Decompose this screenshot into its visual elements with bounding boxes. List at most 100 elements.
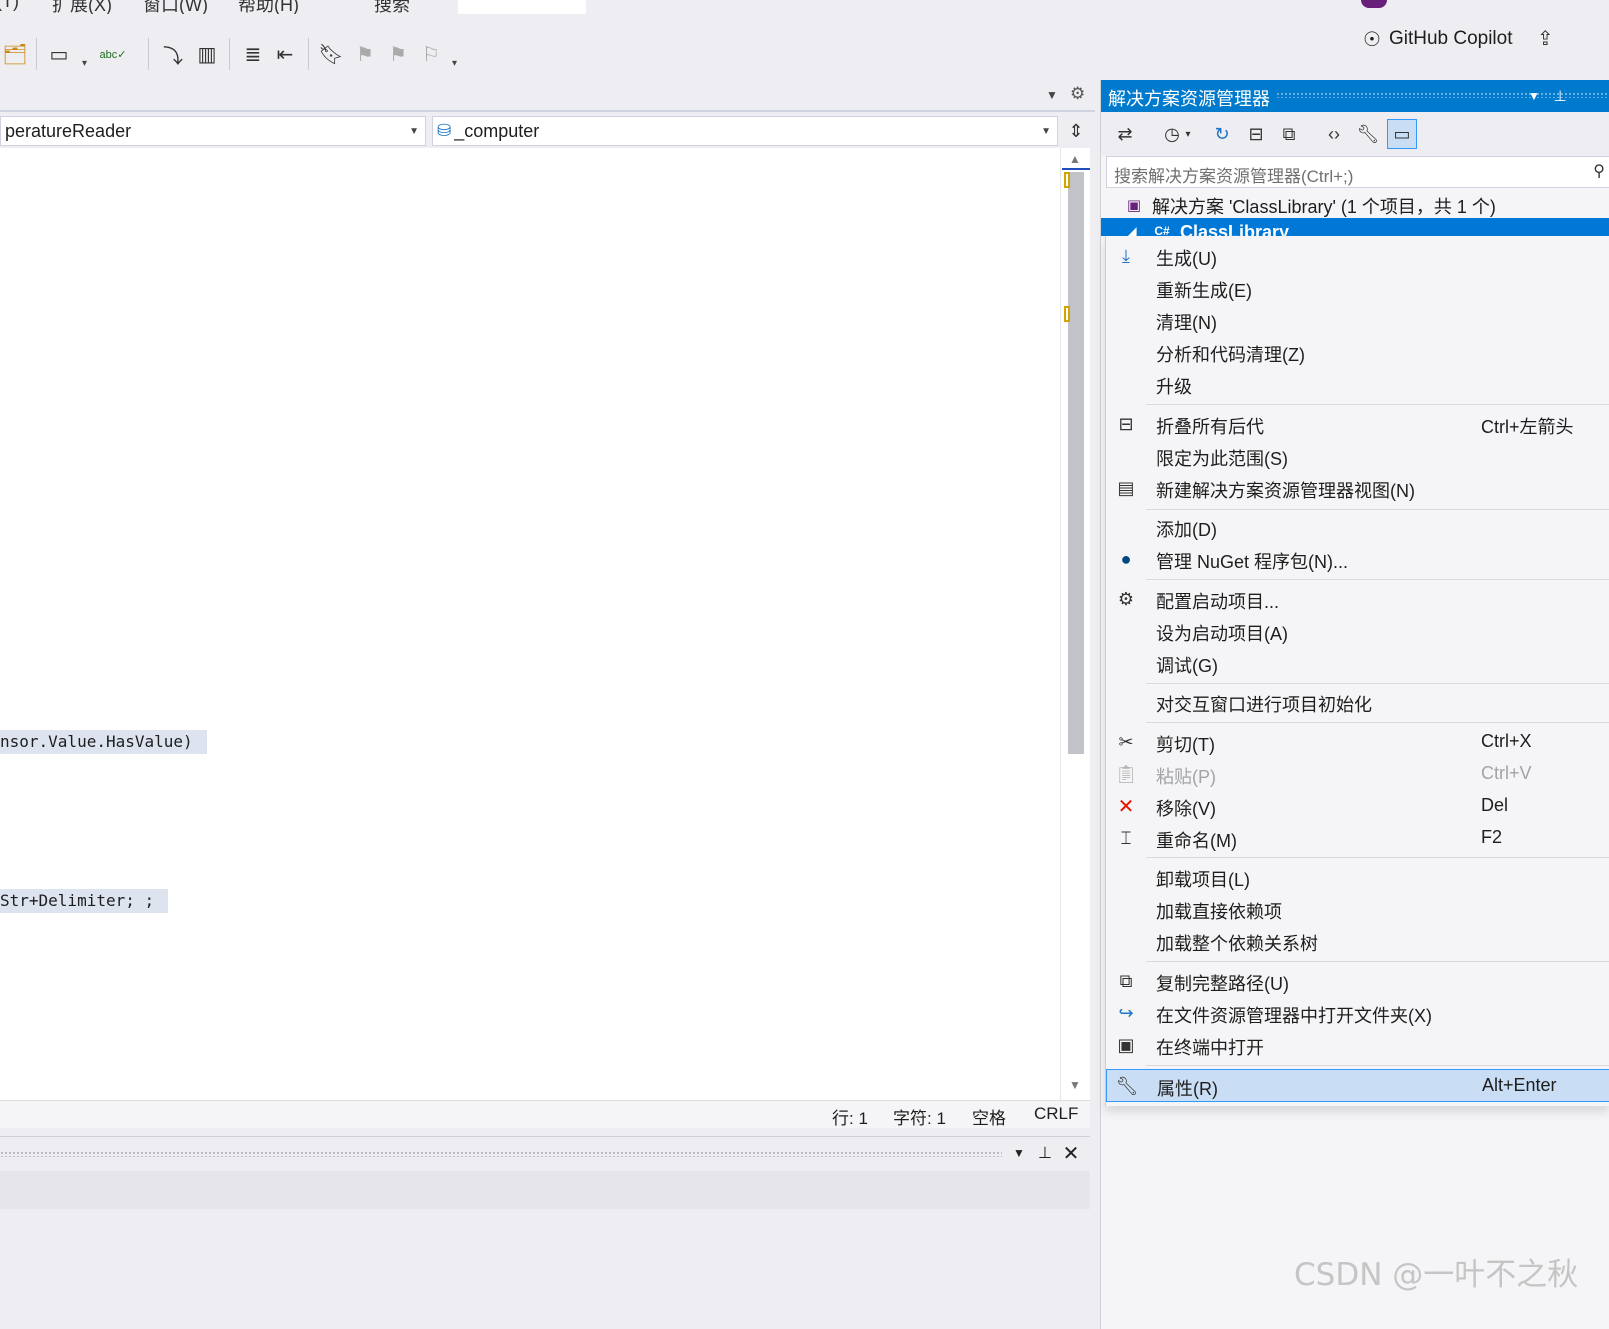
chevron-down-icon[interactable]: ▼ xyxy=(1008,1142,1030,1164)
build-icon: ⤓ xyxy=(1122,245,1130,266)
menu-item-nuget[interactable]: ● 管理 NuGet 程序包(N)... xyxy=(1106,543,1609,575)
bookmark-icon[interactable]: 🔖︎ xyxy=(318,40,344,68)
chevron-down-icon: ▼ xyxy=(409,126,419,137)
menu-item-scope[interactable]: 限定为此范围(S) xyxy=(1106,440,1609,472)
menu-separator xyxy=(1146,722,1609,723)
spellcheck-icon[interactable]: abc✓ xyxy=(100,40,127,68)
new-view-icon: ▤ xyxy=(1117,477,1135,498)
member-combo[interactable]: ⛁ _computer ▼ xyxy=(432,116,1058,146)
outdent-icon[interactable]: ⇤ xyxy=(272,40,298,68)
menu-separator xyxy=(1146,961,1609,962)
collapse-icon: ⊟ xyxy=(1118,413,1134,434)
menu-search[interactable]: 搜索 xyxy=(374,0,410,14)
chevron-down-icon[interactable]: ▼ xyxy=(1523,85,1545,107)
pin-icon[interactable]: ⊥ xyxy=(1034,1142,1056,1164)
next-bookmark-icon[interactable]: ⚑ xyxy=(385,40,411,68)
solution-explorer-title: 解决方案资源管理器 xyxy=(1108,89,1270,109)
menu-item-window[interactable]: 窗口(W) xyxy=(143,0,208,14)
menu-item-debug[interactable]: 调试(G) xyxy=(1106,647,1609,679)
type-combo[interactable]: peratureReader ▼ xyxy=(0,116,426,146)
code-editor[interactable]: nsor.Value.HasValue) Str+Delimiter; ; xyxy=(0,148,1060,1100)
menu-item-paste: 📋︎ 粘贴(P) Ctrl+V xyxy=(1114,763,1532,787)
caret-position-marker xyxy=(1062,168,1090,170)
menu-item-cut[interactable]: ✂ 剪切(T) Ctrl+X xyxy=(1106,726,1609,758)
collapse-all-icon[interactable]: ⊟ xyxy=(1241,119,1271,149)
editor-header: ▼ ⚙ xyxy=(0,80,1095,110)
menu-item-configure-startup[interactable]: ⚙ 配置启动项目... xyxy=(1106,583,1609,615)
show-all-files-icon[interactable]: ⧉ xyxy=(1274,119,1304,149)
expand-arrow-icon[interactable]: ◢ xyxy=(1121,220,1143,236)
menu-item-open-folder[interactable]: ↪ 在文件资源管理器中打开文件夹(X) xyxy=(1106,997,1609,1029)
wrench-icon: 🔧︎ xyxy=(1115,1075,1139,1096)
chevron-down-icon[interactable]: ▾ xyxy=(1181,119,1195,149)
avatar[interactable] xyxy=(1361,0,1387,8)
menu-item-load-dep-tree[interactable]: 加载整个依赖关系树 xyxy=(1106,925,1609,957)
terminal-icon: ▣ xyxy=(1117,1034,1135,1055)
tree-item-solution[interactable]: ▣ 解决方案 'ClassLibrary' (1 个项目，共 1 个) xyxy=(1101,192,1609,218)
menu-item-rebuild[interactable]: 重新生成(E) xyxy=(1106,272,1609,304)
remove-icon: ✕ xyxy=(1117,795,1135,818)
chevron-down-icon[interactable]: ▼ xyxy=(1046,88,1058,102)
status-column[interactable]: 字符: 1 xyxy=(893,1104,946,1129)
code-line: Str+Delimiter; ; xyxy=(0,889,169,913)
preview-selected-icon[interactable]: ▭ xyxy=(1387,119,1417,149)
menu-item-open-terminal[interactable]: ▣ 在终端中打开 xyxy=(1106,1029,1609,1061)
menu-item-tools[interactable]: (T) xyxy=(0,0,19,12)
menu-item-rename[interactable]: ⌶ 重命名(M) F2 xyxy=(1106,822,1609,854)
clear-bookmarks-icon[interactable]: ⚐ xyxy=(418,40,444,68)
menu-item-unload[interactable]: 卸载项目(L) xyxy=(1106,861,1609,893)
menu-item-collapse-descendants[interactable]: ⊟ 折叠所有后代 Ctrl+左箭头 xyxy=(1106,408,1609,440)
find-in-files-icon[interactable]: 🗂 xyxy=(2,40,28,68)
menu-item-clean[interactable]: 清理(N) xyxy=(1106,304,1609,336)
search-placeholder: 搜索解决方案资源管理器(Ctrl+;) xyxy=(1114,167,1354,186)
columns-icon[interactable]: ▥ xyxy=(194,40,220,68)
search-icon[interactable]: ⚲ xyxy=(1593,161,1605,181)
switch-views-icon[interactable]: ⇄ xyxy=(1110,119,1140,149)
solution-explorer-search[interactable]: 搜索解决方案资源管理器(Ctrl+;) ⚲ xyxy=(1106,156,1609,188)
menu-item-help[interactable]: 帮助(H) xyxy=(238,0,299,14)
gear-icon[interactable]: ⚙ xyxy=(1070,84,1085,104)
editor-status-bar: 行: 1 字符: 1 空格 CRLF xyxy=(0,1100,1090,1128)
chevron-down-icon[interactable]: ▾ xyxy=(452,58,457,69)
close-icon[interactable]: ✕ xyxy=(1060,1142,1082,1165)
github-copilot-button[interactable]: ☉ GitHub Copilot xyxy=(1363,24,1513,54)
view-code-icon[interactable]: ‹› xyxy=(1319,119,1349,149)
active-document-tab[interactable] xyxy=(458,0,586,14)
menu-item-add[interactable]: 添加(D) xyxy=(1106,511,1609,543)
menu-item-analyze[interactable]: 分析和代码清理(Z) xyxy=(1106,336,1609,368)
menu-item-remove[interactable]: ✕ 移除(V) Del xyxy=(1106,790,1609,822)
step-into-icon[interactable]: ⤵ xyxy=(160,40,186,68)
scrollbar-thumb[interactable] xyxy=(1068,172,1084,754)
standard-toolbar: 🗂 ▭ ▾ abc✓ ⤵ ▥ ≣ ⇤ 🔖︎ ⚑ ⚑ ⚐ ▾ xyxy=(0,14,1100,74)
prev-bookmark-icon[interactable]: ⚑ xyxy=(352,40,378,68)
menu-item-copy-path[interactable]: ⧉ 复制完整路径(U) xyxy=(1106,965,1609,997)
menu-item-upgrade[interactable]: 升级 xyxy=(1106,368,1609,400)
share-icon[interactable]: ⇪ xyxy=(1537,26,1563,52)
solution-label: 解决方案 'ClassLibrary' (1 个项目，共 1 个) xyxy=(1152,197,1496,217)
type-combo-value: peratureReader xyxy=(5,120,132,141)
menu-item-load-direct-deps[interactable]: 加载直接依赖项 xyxy=(1106,893,1609,925)
status-eol[interactable]: CRLF xyxy=(1034,1104,1078,1124)
pin-icon[interactable]: ⊥ xyxy=(1549,85,1571,107)
menu-item-properties[interactable]: 🔧︎ 属性(R) Alt+Enter xyxy=(1106,1069,1609,1102)
scroll-up-icon[interactable]: ▲ xyxy=(1069,152,1081,166)
indent-icon[interactable]: ≣ xyxy=(240,40,266,68)
menu-item-build[interactable]: ⤓ 生成(U) xyxy=(1106,240,1609,272)
menu-item-interactive-init[interactable]: 对交互窗口进行项目初始化 xyxy=(1106,686,1609,718)
status-indent[interactable]: 空格 xyxy=(972,1104,1006,1129)
menu-item-new-view[interactable]: ▤ 新建解决方案资源管理器视图(N) xyxy=(1106,472,1609,504)
menu-item-set-startup[interactable]: 设为启动项目(A) xyxy=(1106,615,1609,647)
vertical-scrollbar[interactable]: ▲ ▼ xyxy=(1060,148,1090,1100)
layout-icon[interactable]: ▭ xyxy=(46,40,72,68)
chevron-down-icon: ▼ xyxy=(1041,126,1051,137)
tree-item-project[interactable]: ◢ C# ClassLibrary xyxy=(1101,218,1609,236)
status-line[interactable]: 行: 1 xyxy=(832,1104,868,1129)
member-combo-value: _computer xyxy=(454,120,540,141)
chevron-down-icon[interactable]: ▾ xyxy=(82,58,87,69)
scroll-down-icon[interactable]: ▼ xyxy=(1069,1078,1081,1092)
paste-icon: 📋︎ xyxy=(1114,763,1138,784)
split-editor-icon[interactable]: ⇕ xyxy=(1063,116,1089,146)
refresh-icon[interactable]: ↻ xyxy=(1207,119,1237,149)
menu-item-extensions[interactable]: 扩展(X) xyxy=(52,0,112,14)
wrench-icon[interactable]: 🔧︎ xyxy=(1353,119,1383,149)
